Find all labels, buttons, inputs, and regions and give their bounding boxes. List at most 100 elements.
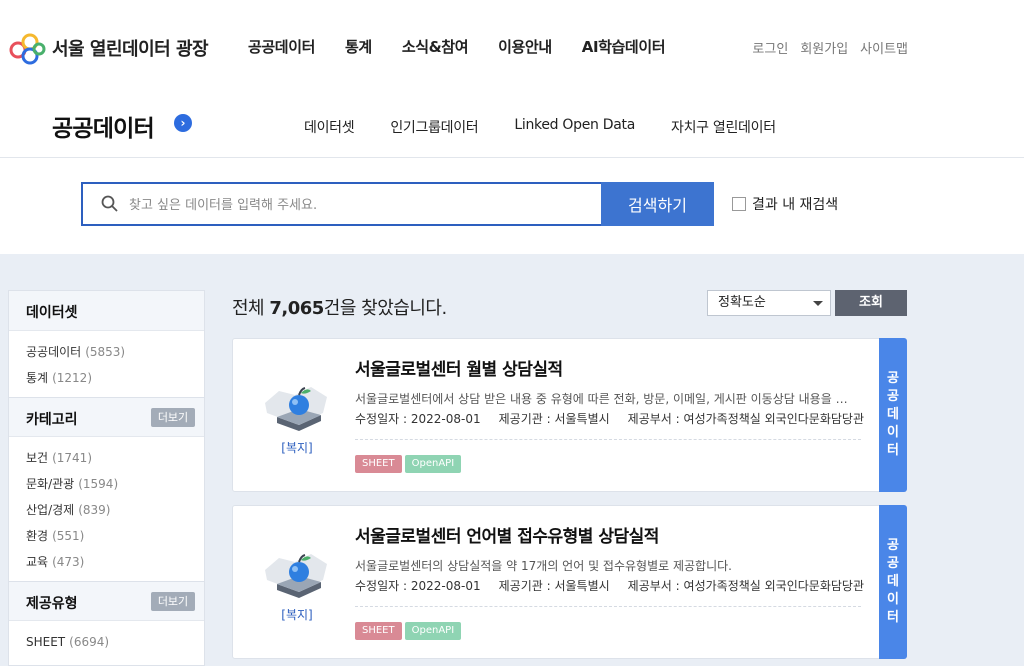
meta-dept: 여성가족정책실 외국인다문화담당관 xyxy=(683,412,864,426)
category-more-button[interactable]: 더보기 xyxy=(151,408,195,427)
result-count-suffix: 건을 찾았습니다. xyxy=(323,298,447,319)
search-icon xyxy=(101,195,118,212)
filter-item-label: 통계 xyxy=(26,371,49,385)
divider xyxy=(355,439,861,440)
filter-item-label: 공공데이터 xyxy=(26,345,82,359)
filter-item-statistics[interactable]: 통계 (1212) xyxy=(26,365,204,391)
meta-dept-label: 제공부서 : xyxy=(627,579,680,593)
tag-openapi[interactable]: OpenAPI xyxy=(404,622,462,640)
section-tabs: 데이터셋 인기그룹데이터 Linked Open Data 자치구 열린데이터 xyxy=(304,117,812,137)
filter-item-count: (1594) xyxy=(78,477,119,491)
filter-item-count: (6694) xyxy=(69,635,110,649)
filter-item-environment[interactable]: 환경 (551) xyxy=(26,523,204,549)
tag-sheet[interactable]: SHEET xyxy=(355,455,402,473)
search-button[interactable]: 검색하기 xyxy=(601,182,714,226)
page-title: 공공데이터 xyxy=(52,116,155,142)
tag-sheet[interactable]: SHEET xyxy=(355,622,402,640)
filter-item-public-data[interactable]: 공공데이터 (5853) xyxy=(26,339,204,365)
chevron-down-icon xyxy=(813,301,823,306)
gnb-item-news[interactable]: 소식&참여 xyxy=(402,36,469,57)
chevron-right-icon[interactable]: › xyxy=(174,114,192,132)
result-count: 전체 7,065건을 찾았습니다. xyxy=(232,294,447,320)
site-title: 서울 열린데이터 광장 xyxy=(52,39,209,60)
card-type-tab[interactable]: 공 공 데 이 터 xyxy=(879,338,907,492)
filter-item-count: (1212) xyxy=(52,371,92,385)
card-meta: 수정일자 : 2022-08-01 제공기관 : 서울특별시 제공부서 : 여성가족… xyxy=(355,410,864,427)
gnb-item-guide[interactable]: 이용안내 xyxy=(498,36,552,57)
search-area: 검색하기 결과 내 재검색 xyxy=(0,158,1024,254)
filter-title-type: 제공유형 xyxy=(26,596,78,612)
recheck-option[interactable]: 결과 내 재검색 xyxy=(732,194,838,214)
meta-dept: 여성가족정책실 외국인다문화담당관 xyxy=(683,579,864,593)
filter-title-dataset: 데이터셋 xyxy=(26,305,78,321)
filter-item-label: 문화/관광 xyxy=(26,477,75,491)
divider xyxy=(355,606,861,607)
meta-org-label: 제공기관 : xyxy=(498,579,551,593)
tag-openapi[interactable]: OpenAPI xyxy=(404,455,462,473)
result-card[interactable]: [복지] 서울글로벌센터 월별 상담실적 서울글로벌센터에서 상담 받은 내용 … xyxy=(232,338,907,492)
filter-header-type: 제공유형 더보기 xyxy=(9,581,204,621)
filter-item-count: (839) xyxy=(78,503,111,517)
filter-item-label: 환경 xyxy=(26,529,49,543)
meta-org-label: 제공기관 : xyxy=(498,412,551,426)
side-tab-char: 공 xyxy=(887,538,899,553)
tab-dataset[interactable]: 데이터셋 xyxy=(304,117,355,137)
result-count-prefix: 전체 xyxy=(232,298,265,319)
filter-item-count: (5853) xyxy=(85,345,126,359)
filter-item-culture[interactable]: 문화/관광 (1594) xyxy=(26,471,204,497)
card-title[interactable]: 서울글로벌센터 언어별 접수유형별 상담실적 xyxy=(355,522,659,547)
sitemap-link[interactable]: 사이트맵 xyxy=(860,38,908,57)
gnb-item-public-data[interactable]: 공공데이터 xyxy=(248,36,315,57)
search-input[interactable] xyxy=(129,192,589,218)
filter-sidebar: 데이터셋 공공데이터 (5853) 통계 (1212) 카테고리 더보기 보건 (17… xyxy=(8,290,205,666)
card-description: 서울글로벌센터에서 상담 받은 내용 중 유형에 따른 전화, 방문, 이메일,… xyxy=(355,392,855,406)
side-tab-char: 이 xyxy=(887,425,899,440)
filter-header-dataset: 데이터셋 xyxy=(9,291,204,331)
side-tab-char: 공 xyxy=(887,556,899,571)
meta-date: 2022-08-01 xyxy=(410,412,481,426)
recheck-label: 결과 내 재검색 xyxy=(752,197,839,213)
filter-item-education[interactable]: 교육 (473) xyxy=(26,549,204,575)
filter-item-health[interactable]: 보건 (1741) xyxy=(26,445,204,471)
login-link[interactable]: 로그인 xyxy=(752,38,788,57)
filter-list-type: SHEET (6694) xyxy=(9,621,204,661)
welfare-apple-book-icon xyxy=(265,387,327,431)
tab-linked-open-data[interactable]: Linked Open Data xyxy=(514,117,635,137)
sort-selected-value: 정확도순 xyxy=(718,295,766,310)
sort-select[interactable]: 정확도순 xyxy=(707,290,831,316)
card-category[interactable]: [복지] xyxy=(267,606,327,623)
global-nav: 공공데이터 통계 소식&참여 이용안내 AI학습데이터 xyxy=(248,36,695,57)
side-tab-char: 터 xyxy=(887,443,899,458)
filter-item-industry[interactable]: 산업/경제 (839) xyxy=(26,497,204,523)
filter-list-dataset: 공공데이터 (5853) 통계 (1212) xyxy=(9,331,204,397)
gnb-item-ai-data[interactable]: AI학습데이터 xyxy=(582,36,666,57)
result-card[interactable]: [복지] 서울글로벌센터 언어별 접수유형별 상담실적 서울글로벌센터의 상담실… xyxy=(232,505,907,659)
site-logo[interactable]: 서울 열린데이터 광장 xyxy=(8,30,209,66)
gnb-item-statistics[interactable]: 통계 xyxy=(345,36,372,57)
tab-popular-group[interactable]: 인기그룹데이터 xyxy=(390,117,478,137)
recheck-checkbox[interactable] xyxy=(732,197,746,211)
tab-district-data[interactable]: 자치구 열린데이터 xyxy=(671,117,776,137)
card-description: 서울글로벌센터의 상담실적을 약 17개의 언어 및 접수유형별로 제공합니다. xyxy=(355,559,732,573)
meta-org: 서울특별시 xyxy=(554,579,610,593)
filter-item-label: 교육 xyxy=(26,555,49,569)
meta-date-label: 수정일자 : xyxy=(355,579,408,593)
welfare-apple-book-icon xyxy=(265,554,327,598)
side-tab-char: 데 xyxy=(887,407,899,422)
meta-dept-label: 제공부서 : xyxy=(627,412,680,426)
filter-item-label: 보건 xyxy=(26,451,49,465)
type-more-button[interactable]: 더보기 xyxy=(151,592,195,611)
signup-link[interactable]: 회원가입 xyxy=(800,38,848,57)
meta-org: 서울특별시 xyxy=(554,412,610,426)
query-button[interactable]: 조회 xyxy=(835,290,907,316)
card-type-tab[interactable]: 공 공 데 이 터 xyxy=(879,505,907,659)
meta-date-label: 수정일자 : xyxy=(355,412,408,426)
side-tab-char: 공 xyxy=(887,371,899,386)
seoul-logo-icon xyxy=(9,33,46,65)
side-tab-char: 공 xyxy=(887,389,899,404)
side-tab-char: 데 xyxy=(887,574,899,589)
filter-item-sheet[interactable]: SHEET (6694) xyxy=(26,629,204,655)
filter-list-category: 보건 (1741) 문화/관광 (1594) 산업/경제 (839) 환경 (551) … xyxy=(9,437,204,581)
card-category[interactable]: [복지] xyxy=(267,439,327,456)
card-title[interactable]: 서울글로벌센터 월별 상담실적 xyxy=(355,355,563,380)
